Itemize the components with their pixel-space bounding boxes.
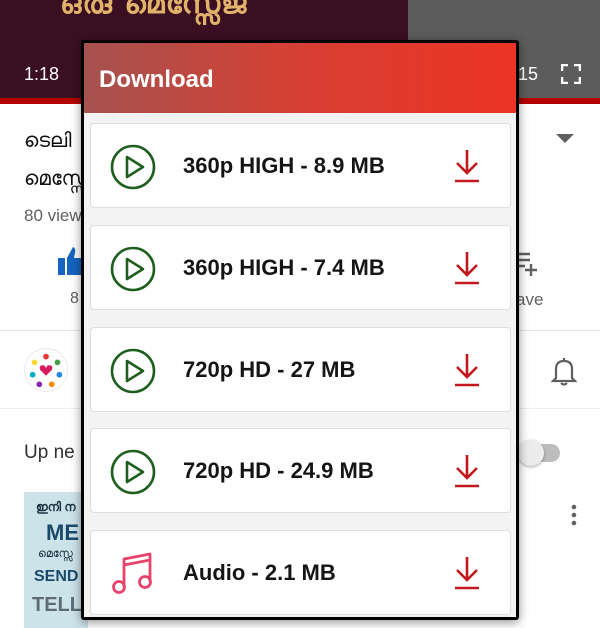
download-arrow-icon[interactable] — [454, 556, 480, 590]
play-circle-icon — [110, 449, 156, 495]
up-next-thumbnail[interactable]: ഇനി ന ME മെസ്സേ SEND TELL — [24, 492, 88, 628]
more-options-icon[interactable] — [571, 504, 577, 526]
like-count: 8 — [70, 290, 79, 307]
thumbnail-text: SEND — [34, 568, 79, 585]
option-label: 720p HD - 24.9 MB — [183, 458, 374, 483]
expand-description-icon[interactable] — [556, 134, 574, 143]
download-arrow-icon[interactable] — [454, 251, 480, 285]
dialog-header: Download — [84, 43, 516, 113]
download-arrow-icon[interactable] — [454, 149, 480, 183]
download-option-360p-8-9mb[interactable]: 360p HIGH - 8.9 MB — [90, 123, 511, 208]
option-label: 360p HIGH - 7.4 MB — [183, 255, 385, 280]
total-time: 15 — [518, 64, 539, 84]
music-note-icon — [112, 552, 152, 594]
option-label: 720p HD - 27 MB — [183, 357, 356, 382]
download-arrow-icon[interactable] — [454, 353, 480, 387]
current-time: 1:18 — [24, 64, 60, 84]
notification-bell-icon[interactable] — [551, 356, 577, 386]
download-option-audio-2-1mb[interactable]: Audio - 2.1 MB — [90, 530, 511, 615]
option-label: Audio - 2.1 MB — [183, 560, 336, 585]
download-option-360p-7-4mb[interactable]: 360p HIGH - 7.4 MB — [90, 225, 511, 310]
play-circle-icon — [110, 348, 156, 394]
download-dialog: Download 360p HIGH - 8.9 MB 360p HIGH - … — [81, 40, 519, 620]
play-circle-icon — [110, 144, 156, 190]
download-option-720p-24-9mb[interactable]: 720p HD - 24.9 MB — [90, 428, 511, 513]
download-arrow-icon[interactable] — [454, 454, 480, 488]
thumbnail-text: TELL — [32, 594, 82, 616]
thumbnail-text: ME — [46, 520, 79, 545]
thumbnail-text: മെസ്സേ — [38, 548, 73, 560]
thumbnail-text: ഇനി ന — [36, 500, 76, 514]
option-label: 360p HIGH - 8.9 MB — [183, 153, 385, 178]
video-overlay-title: ഒരു മെസ്സേജ് — [60, 0, 251, 21]
channel-avatar[interactable] — [24, 348, 68, 392]
video-title: ടെലി — [24, 128, 72, 152]
dialog-title: Download — [99, 66, 214, 93]
fullscreen-icon[interactable] — [561, 64, 581, 84]
view-count: 80 view — [24, 206, 82, 225]
like-icon[interactable] — [58, 246, 82, 276]
save-label: ave — [516, 290, 544, 309]
download-option-720p-27mb[interactable]: 720p HD - 27 MB — [90, 327, 511, 412]
video-title-line2: മെസ്സേ — [24, 166, 88, 190]
save-to-playlist-icon[interactable] — [516, 250, 540, 276]
play-circle-icon — [110, 246, 156, 292]
autoplay-toggle-knob[interactable] — [518, 440, 544, 466]
up-next-label: Up ne — [24, 442, 75, 463]
